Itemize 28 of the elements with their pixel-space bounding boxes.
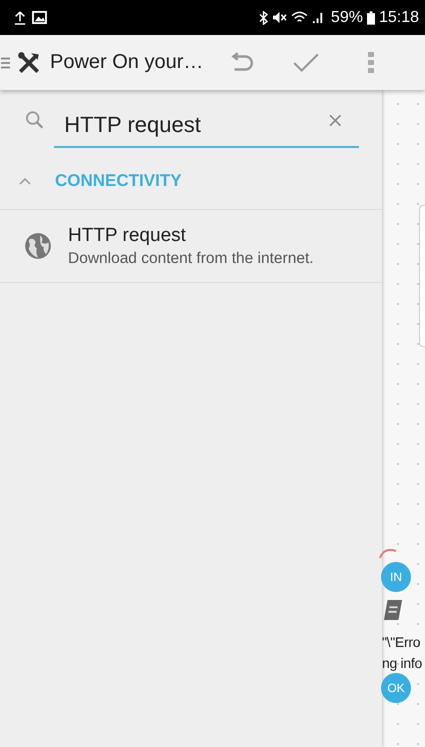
- bluetooth-icon: [258, 10, 268, 24]
- project-title: Power On your…: [50, 51, 204, 74]
- search-icon: [25, 110, 44, 130]
- item-description: Download content from the internet.: [68, 250, 314, 268]
- upload-icon: [14, 10, 26, 24]
- mute-icon: [272, 11, 287, 24]
- signal-icon: [312, 11, 325, 24]
- collapse-icon[interactable]: [19, 176, 31, 184]
- more-icon[interactable]: [368, 52, 374, 74]
- globe-icon: [24, 232, 52, 260]
- scroll-icon: [383, 598, 403, 622]
- clock: 15:18: [378, 8, 419, 26]
- search-field[interactable]: HTTP request: [54, 110, 360, 148]
- battery-percent: 59%: [330, 8, 363, 26]
- port-badge[interactable]: IN: [381, 562, 411, 592]
- close-icon[interactable]: [329, 114, 342, 126]
- tools-icon: [16, 50, 42, 76]
- port-badge[interactable]: OK: [381, 673, 411, 703]
- block-text: ng info: [382, 654, 422, 673]
- checkmark-icon[interactable]: [292, 52, 320, 74]
- category-header[interactable]: CONNECTIVITY: [55, 170, 182, 190]
- battery-icon: [366, 10, 375, 24]
- block-text: "\"Erro: [382, 633, 422, 652]
- menu-icon[interactable]: [1, 56, 10, 70]
- wifi-icon: [290, 11, 308, 24]
- block-list-item[interactable]: HTTP request Download content from the internet.: [0, 210, 382, 283]
- item-title: HTTP request: [68, 224, 187, 246]
- image-icon: [32, 11, 47, 24]
